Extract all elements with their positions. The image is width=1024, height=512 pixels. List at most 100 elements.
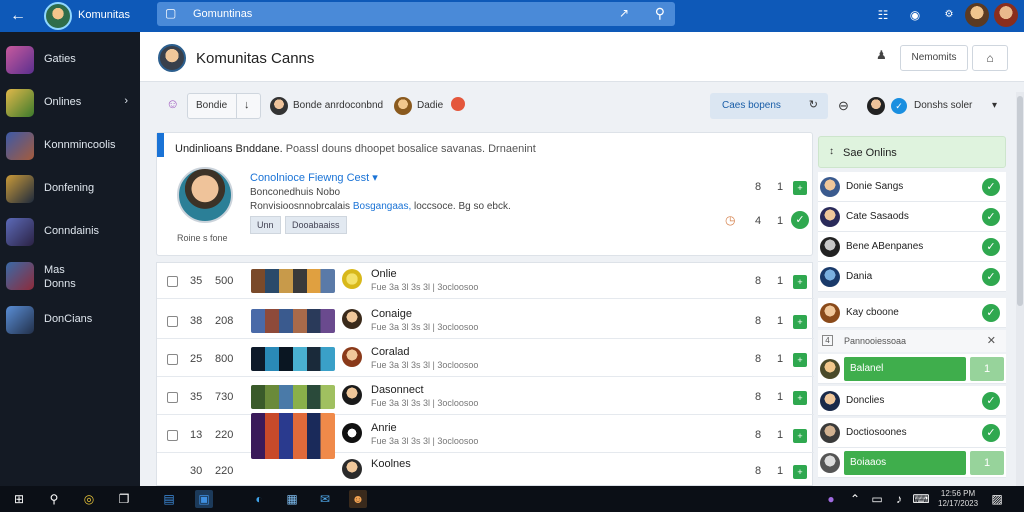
task-view-icon[interactable]: ❐ [115, 490, 133, 508]
back-arrow-icon[interactable]: ← [8, 6, 28, 26]
chevron-down-icon[interactable]: ▾ [992, 100, 997, 111]
group-join-button[interactable]: Boiaaos [844, 451, 966, 475]
online-user-row[interactable]: Cate Sasaods ✓ [818, 202, 1006, 232]
tag-chip[interactable]: Unn [250, 216, 281, 234]
add-box-icon[interactable]: + [793, 275, 807, 289]
add-box-icon[interactable]: + [793, 315, 807, 329]
app-community-icon[interactable]: ☻ [349, 490, 367, 508]
add-box-icon[interactable]: + [793, 465, 807, 479]
game-thumbnail-strip[interactable] [251, 309, 335, 333]
mail-icon[interactable]: ✉ [316, 490, 334, 508]
filter-user2-label[interactable]: Dadie [417, 100, 443, 111]
online-user-row[interactable]: Donclies ✓ [818, 386, 1006, 416]
row-checkbox[interactable] [167, 276, 178, 287]
search-input[interactable]: Gomuntinas [193, 8, 252, 20]
row-title[interactable]: Onlie [371, 268, 397, 280]
game-thumbnail-strip[interactable] [251, 269, 335, 293]
network-icon[interactable]: ▭ [868, 490, 886, 508]
featured-name-link[interactable]: Conolnioce Fiewng Cest ▾ [250, 171, 378, 184]
featured-post-card[interactable]: Undinlioans Bnddane. Poassl douns dhoope… [156, 132, 813, 256]
home-button[interactable]: ⌂ [972, 45, 1008, 71]
file-explorer-icon[interactable]: ▤ [160, 490, 178, 508]
table-row[interactable]: 38 208 Conaige Fue 3a 3l 3s 3l | 3ocloosoo 8… [157, 303, 814, 339]
online-filter-label[interactable]: Donshs soler [914, 100, 972, 111]
filter-user-label[interactable]: Bonde anrdoconbnd [293, 100, 383, 111]
table-row[interactable]: 13 220 Anrie Fue 3a 3l 3s 3l | 3ocloosoo 8 1 + [157, 413, 814, 459]
row-checkbox[interactable] [167, 392, 178, 403]
keyboard-icon[interactable]: ⌨ [912, 490, 930, 508]
sidebar-item-games[interactable]: Gaties [0, 40, 140, 80]
user-avatar[interactable] [965, 3, 989, 27]
row-title[interactable]: Coralad [371, 346, 410, 358]
search-icon[interactable]: ⚲ [45, 490, 63, 508]
game-thumbnail-strip[interactable] [251, 385, 335, 409]
check-circle-icon[interactable]: ✓ [982, 238, 1000, 256]
sort-dropdown[interactable]: Caes bopens ↻ [710, 93, 828, 119]
check-circle-icon[interactable]: ✓ [982, 424, 1000, 442]
app-tray-icon[interactable]: ● [822, 490, 840, 508]
online-user-row[interactable]: Bene ABenpanes ✓ [818, 232, 1006, 262]
search-bar[interactable]: ▢ Gomuntinas ↗ ⚲ [157, 2, 675, 26]
online-group-row[interactable]: Balanel 1 [818, 354, 1006, 384]
row-checkbox[interactable] [167, 316, 178, 327]
online-user-row[interactable]: Dania ✓ [818, 262, 1006, 292]
toggle-icon[interactable]: ◉ [906, 6, 924, 24]
row-checkbox[interactable] [167, 354, 178, 365]
store-icon[interactable]: ▣ [195, 490, 213, 508]
expand-icon[interactable]: ↗ [619, 6, 629, 20]
filter-segment[interactable]: Bondie ↓ [187, 93, 261, 119]
emoji-icon[interactable]: ☺ [166, 96, 179, 111]
notification-icon[interactable]: ▨ [988, 490, 1006, 508]
windows-start-icon[interactable]: ⊞ [10, 490, 28, 508]
refresh-icon[interactable]: ↻ [809, 98, 818, 111]
user-avatar-secondary[interactable] [994, 3, 1018, 27]
add-box-icon[interactable]: + [793, 391, 807, 405]
row-title[interactable]: Conaige [371, 308, 412, 320]
row-title[interactable]: Koolnes [371, 458, 411, 470]
chevron-up-icon[interactable]: ⌃ [846, 490, 864, 508]
sidebar-item-community[interactable]: Konnmincoolis [0, 126, 140, 166]
add-box-icon[interactable]: + [793, 181, 807, 195]
settings-gear-icon[interactable]: ⚙ [940, 6, 958, 24]
minus-circle-icon[interactable]: ⊖ [838, 98, 849, 114]
folder-icon[interactable]: ▦ [283, 490, 301, 508]
check-circle-icon[interactable]: ✓ [982, 178, 1000, 196]
edge-icon[interactable]: ◐ [250, 490, 268, 508]
check-circle-icon[interactable]: ✓ [982, 268, 1000, 286]
online-user-row[interactable]: Kay cboone ✓ [818, 298, 1006, 328]
arrow-down-icon[interactable]: ↓ [244, 99, 250, 111]
tag-chip[interactable]: Dooabaaiss [285, 216, 347, 234]
featured-avatar[interactable] [177, 167, 233, 223]
sidebar-item-defending[interactable]: Donfening [0, 169, 140, 209]
chrome-icon[interactable]: ◎ [80, 490, 98, 508]
close-icon[interactable]: ✕ [987, 334, 996, 347]
row-title[interactable]: Dasonnect [371, 384, 424, 396]
table-row[interactable]: 30 220 Koolnes 8 1 + [157, 453, 814, 489]
system-clock[interactable]: 12:56 PM 12/17/2023 [938, 489, 978, 509]
row-checkbox[interactable] [167, 430, 178, 441]
table-row[interactable]: 35 730 Dasonnect Fue 3a 3l 3s 3l | 3oclooso… [157, 379, 814, 415]
check-circle-icon[interactable]: ✓ [982, 208, 1000, 226]
user-icon[interactable]: ♟ [876, 48, 887, 62]
sidebar-item-mas-donns[interactable]: Mas Donns [0, 256, 140, 304]
members-button[interactable]: Nemomits [900, 45, 968, 71]
table-row[interactable]: 35 500 Onlie Fue 3a 3l 3s 3l | 3ocloosoo 8 1 + [157, 263, 814, 299]
group-join-button[interactable]: Balanel [844, 357, 966, 381]
check-circle-icon[interactable]: ✓ [982, 392, 1000, 410]
sidebar-item-onlines[interactable]: Onlines › [0, 83, 140, 123]
search-icon[interactable]: ⚲ [655, 5, 665, 22]
scrollbar-thumb[interactable] [1017, 96, 1023, 306]
sidebar-item-conndainis[interactable]: Conndainis [0, 212, 140, 252]
sidebar-item-doncians[interactable]: DonCians [0, 300, 140, 340]
vertical-scrollbar[interactable] [1016, 92, 1024, 486]
row-title[interactable]: Anrie [371, 422, 397, 434]
online-user-row[interactable]: Doctiosoones ✓ [818, 418, 1006, 448]
game-thumbnail-strip[interactable] [251, 347, 335, 371]
featured-desc-highlight[interactable]: Bosgangaas, [353, 201, 411, 212]
add-box-icon[interactable]: + [793, 353, 807, 367]
check-circle-icon[interactable]: ✓ [791, 211, 809, 229]
volume-icon[interactable]: ♪ [890, 490, 908, 508]
qr-grid-icon[interactable]: ☷ [874, 6, 892, 24]
table-row[interactable]: 25 800 Coralad Fue 3a 3l 3s 3l | 3ocloosoo 8… [157, 341, 814, 377]
online-user-row[interactable]: Donie Sangs ✓ [818, 172, 1006, 202]
